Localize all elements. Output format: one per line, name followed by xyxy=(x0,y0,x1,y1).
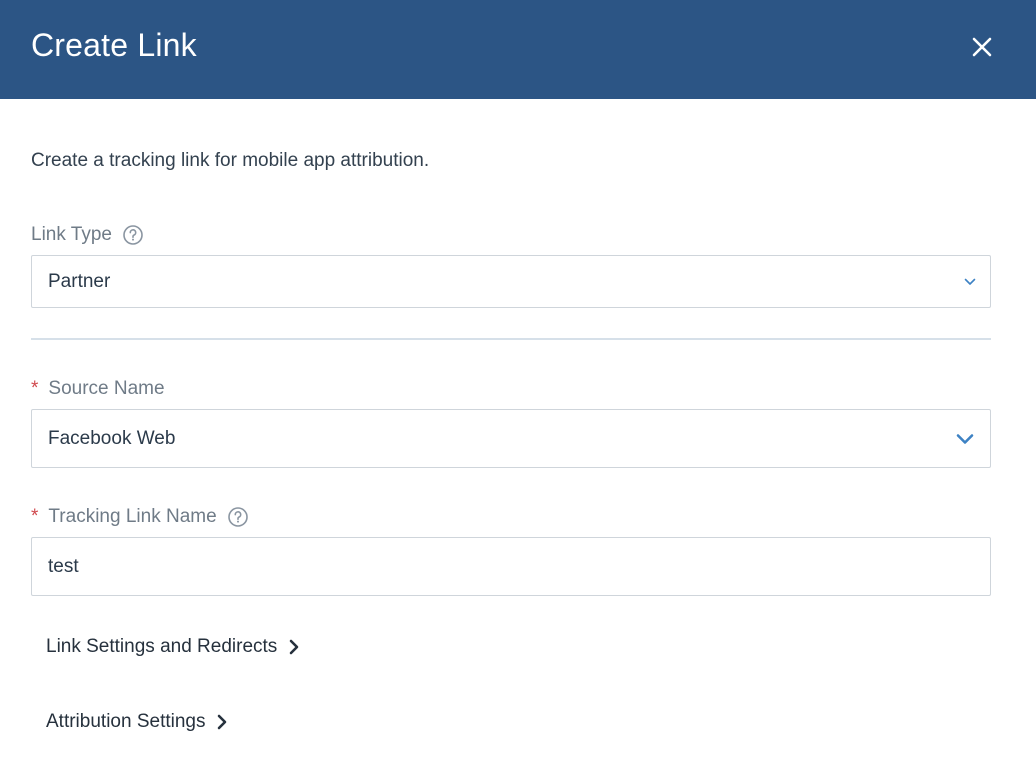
source-name-select[interactable]: Facebook Web xyxy=(31,409,991,468)
source-name-value: Facebook Web xyxy=(48,427,176,449)
chevron-down-icon xyxy=(956,433,974,445)
link-type-label-text: Link Type xyxy=(31,224,112,245)
source-name-label-text: Source Name xyxy=(48,378,165,399)
attribution-settings-label: Attribution Settings xyxy=(46,711,206,732)
help-icon[interactable] xyxy=(122,224,144,246)
link-settings-label: Link Settings and Redirects xyxy=(46,636,278,657)
tracking-link-name-label-text: Tracking Link Name xyxy=(48,506,217,527)
required-asterisk: * xyxy=(31,378,39,399)
required-asterisk: * xyxy=(31,506,39,527)
close-button[interactable] xyxy=(964,30,1000,64)
link-settings-toggle[interactable]: Link Settings and Redirects xyxy=(46,636,299,658)
chevron-right-icon xyxy=(217,714,227,730)
chevron-right-icon xyxy=(289,639,299,655)
modal-description: Create a tracking link for mobile app at… xyxy=(31,150,430,171)
close-icon xyxy=(972,37,992,57)
modal-title: Create Link xyxy=(31,27,197,63)
help-icon[interactable] xyxy=(227,506,249,528)
chevron-down-icon xyxy=(964,278,976,286)
source-name-label: * Source Name xyxy=(31,378,165,400)
tracking-link-name-value: test xyxy=(48,555,79,577)
link-type-value: Partner xyxy=(48,270,111,292)
tracking-link-name-label: * Tracking Link Name xyxy=(31,506,249,528)
link-type-select[interactable]: Partner xyxy=(31,255,991,308)
link-type-label: Link Type xyxy=(31,224,144,246)
modal-header: Create Link xyxy=(0,0,1036,99)
tracking-link-name-input[interactable]: test xyxy=(31,537,991,596)
section-divider xyxy=(31,338,991,340)
attribution-settings-toggle[interactable]: Attribution Settings xyxy=(46,711,227,733)
